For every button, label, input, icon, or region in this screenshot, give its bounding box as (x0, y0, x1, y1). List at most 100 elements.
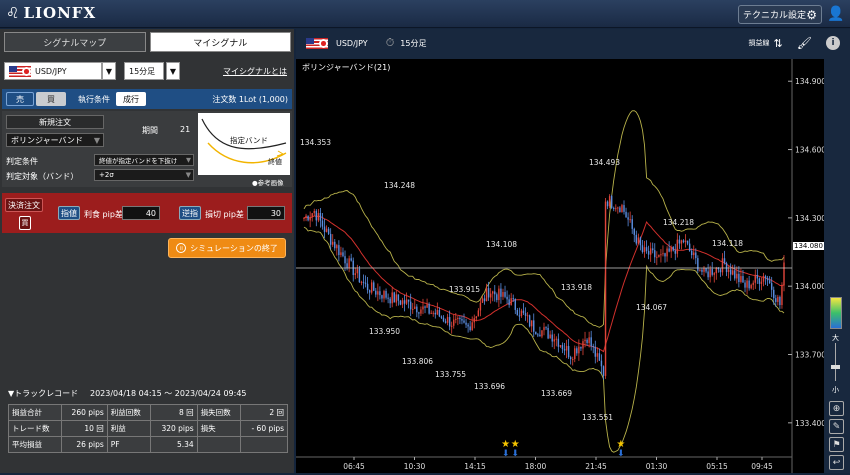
y-tick-label: 133.700 (795, 351, 824, 360)
candle-body (734, 270, 736, 279)
clock-icon: ⏱ (385, 36, 395, 49)
chart-panel: USD/JPY ⏱ 15分足 損益線 ⇅ 🖌 i 134.900 134.600 1… (296, 29, 850, 473)
lower-band-line (303, 226, 785, 453)
candle-body (748, 280, 750, 289)
candle-body (779, 296, 781, 306)
candle-body (662, 253, 664, 255)
candle-body (670, 247, 672, 252)
flag-tool-icon[interactable]: ⚑ (829, 437, 844, 452)
candle-body (693, 252, 695, 256)
tab-my-signal[interactable]: マイシグナル (149, 32, 291, 52)
stat-value: 5.34 (150, 436, 198, 453)
candle-body (401, 300, 404, 305)
stat-label: PF (106, 436, 152, 453)
candle-body (403, 300, 406, 304)
entry-condition-block: 新規注文 ボリンジャーバンド ▼ 期間 21 判定条件 終値が指定バンドを下抜け… (2, 111, 292, 187)
zoom-in-icon[interactable]: ⊕ (829, 401, 844, 416)
x-tick-label: 10:30 (404, 462, 426, 471)
price-chart[interactable]: 134.900 134.600 134.300 134.000 133.700 133.4… (296, 59, 826, 473)
candle-body (563, 349, 566, 351)
x-tick-label: 05:15 (706, 462, 728, 471)
judge-target-label: 判定対象（バンド） (6, 172, 79, 181)
indicator-select[interactable]: ボリンジャーバンド ▼ (6, 133, 104, 147)
end-simulation-button[interactable]: ॥ シミュレーションの終了 (168, 238, 286, 258)
candle-body (783, 262, 785, 286)
candle-body (373, 282, 375, 291)
candle-body (323, 226, 326, 232)
stat-label: 損失 (196, 420, 242, 437)
take-profit-input[interactable]: 40 (122, 206, 160, 220)
candle-body (412, 308, 414, 310)
candle-body (584, 339, 586, 342)
timeframe-select[interactable]: 15分足 (124, 62, 164, 80)
x-tick-label: 14:15 (464, 462, 486, 471)
candle-body (340, 252, 342, 255)
candle-body (469, 326, 471, 331)
candle-body (366, 283, 369, 291)
timeframe-dropdown-icon[interactable]: ▼ (166, 62, 180, 80)
user-icon[interactable]: 👤 (827, 6, 844, 22)
judge-condition-select[interactable]: 終値が指定バンドを下抜け ▼ (94, 154, 194, 166)
gear-icon: ⚙ (806, 7, 817, 22)
candle-body (453, 319, 455, 326)
candle-body (375, 290, 377, 295)
candle-body (773, 289, 775, 299)
price-annotation: 133.915 (449, 285, 480, 294)
depth-high-label: 大 (832, 334, 839, 342)
candle-body (582, 341, 584, 349)
candle-body (475, 316, 478, 319)
candle-body (781, 285, 783, 306)
candle-body (758, 278, 761, 284)
exec-condition-value[interactable]: 成行 (116, 92, 146, 106)
stat-label: トレード数 (8, 420, 62, 437)
candle-body (654, 250, 656, 258)
candle-body (457, 317, 459, 319)
judge-target-select[interactable]: +2σ ▼ (94, 169, 194, 181)
settle-side-badge: 買 (19, 216, 31, 230)
stat-value: - 60 pips (240, 420, 288, 437)
chart-side-tools: 大 小 ⊕ ✎ ⚑ ↩ (827, 297, 845, 473)
candle-body (647, 250, 650, 255)
candle-body (678, 239, 681, 244)
buy-toggle[interactable]: 買 (36, 92, 66, 106)
candle-body (444, 321, 447, 323)
current-price-tag: 134.080 (793, 242, 824, 250)
paint-roller-icon[interactable]: 🖌 (797, 36, 812, 50)
candle-body (668, 248, 670, 252)
technical-settings-button[interactable]: テクニカル設定 ⚙ (738, 5, 822, 24)
candle-body (360, 281, 363, 283)
candle-body (567, 345, 570, 358)
candle-body (775, 298, 777, 302)
my-signal-help-link[interactable]: マイシグナルとは (223, 66, 287, 77)
color-depth-bar[interactable] (830, 297, 842, 329)
judge-condition-value: 終値が指定バンドを下抜け (99, 157, 178, 165)
candle-body (395, 294, 398, 303)
chart-canvas: 134.900 134.600 134.300 134.000 133.700 133.4… (296, 59, 826, 473)
candle-body (498, 288, 500, 300)
draw-tool-icon[interactable]: ✎ (829, 419, 844, 434)
candle-body (602, 366, 605, 376)
y-tick-label: 134.600 (795, 146, 824, 155)
zoom-slider[interactable] (831, 343, 840, 381)
pl-line-toggle-icon[interactable]: ⇅ (774, 37, 783, 50)
table-row: 損益合計 260 pips 利益回数 8 回 損失回数 2 回 (8, 404, 288, 421)
candle-body (625, 211, 627, 218)
candle-body (485, 288, 488, 302)
usd-jpy-flag-icon (306, 37, 328, 49)
candle-body (479, 302, 482, 311)
brand-name: LIONFX (23, 4, 97, 22)
period-label: 期間 (142, 126, 158, 135)
stop-loss-input[interactable]: 30 (247, 206, 285, 220)
tab-signal-map[interactable]: シグナルマップ (4, 32, 146, 52)
candle-body (555, 338, 558, 340)
currency-pair-dropdown-icon[interactable]: ▼ (102, 62, 116, 80)
reset-arrow-icon[interactable]: ↩ (829, 455, 844, 470)
info-icon[interactable]: i (826, 36, 840, 50)
candle-body (553, 339, 555, 342)
candle-body (742, 276, 744, 283)
sell-toggle[interactable]: 売 (6, 92, 34, 106)
currency-pair-select[interactable]: USD/JPY (4, 62, 102, 80)
zoom-slider-handle[interactable] (831, 365, 840, 369)
candle-body (729, 269, 732, 275)
candle-body (604, 201, 607, 376)
